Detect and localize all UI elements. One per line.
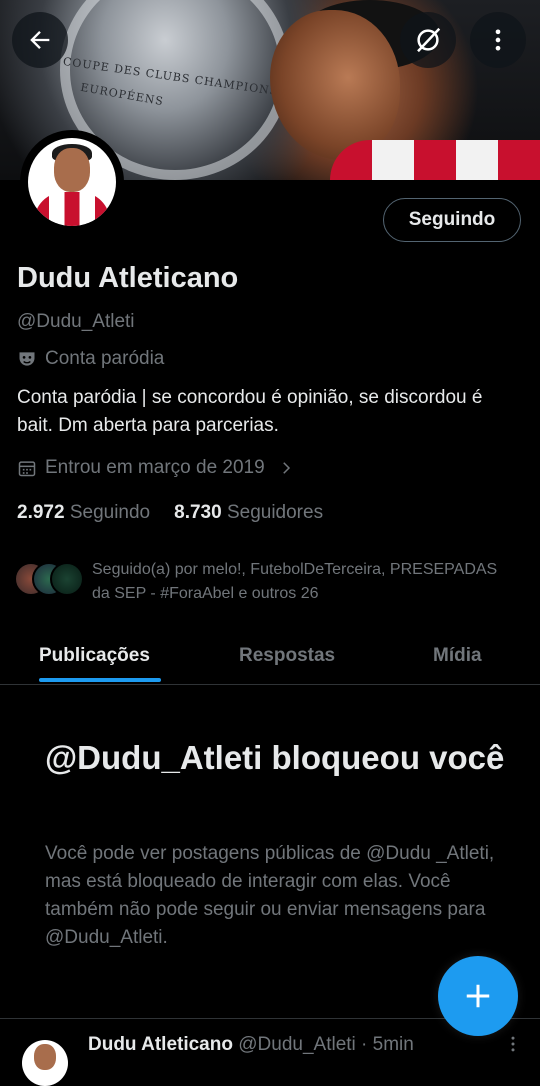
tab-publicacoes[interactable]: Publicações — [39, 628, 150, 684]
compose-button[interactable] — [438, 956, 518, 1036]
followed-by-avatars — [14, 558, 84, 596]
parody-text: Conta paródia — [45, 348, 165, 369]
followers-stat[interactable]: 8.730 Seguidores — [174, 502, 323, 524]
mask-icon — [19, 352, 35, 366]
chevron-right-icon — [282, 462, 290, 474]
back-button[interactable] — [12, 12, 68, 68]
followers-count: 8.730 — [174, 502, 222, 523]
followed-by-text: Seguido(a) por melo!, FutebolDeTerceira,… — [92, 561, 498, 602]
banner-face — [270, 10, 400, 160]
tab-respostas[interactable]: Respostas — [239, 628, 335, 684]
follower-avatar — [50, 562, 84, 596]
more-button[interactable] — [470, 12, 526, 68]
more-vertical-icon — [495, 29, 501, 51]
post-header[interactable]: Dudu Atleticano @Dudu_Atleti · 5min — [88, 1034, 414, 1056]
following-button[interactable]: Seguindo — [383, 198, 521, 242]
blocked-title: @Dudu_Atleti bloqueou você — [45, 739, 505, 776]
profile-avatar[interactable] — [20, 130, 124, 234]
joined-date[interactable]: Entrou em março de 2019 — [17, 457, 295, 479]
plus-icon — [466, 984, 490, 1008]
tab-midia[interactable]: Mídia — [433, 628, 482, 684]
avatar-image — [28, 138, 116, 226]
post-handle-time: @Dudu_Atleti · 5min — [238, 1034, 414, 1055]
grok-icon — [417, 27, 441, 53]
post-more-button[interactable] — [503, 1034, 523, 1059]
active-tab-indicator — [39, 678, 161, 682]
blocked-description: Você pode ver postagens públicas de @Dud… — [45, 843, 495, 948]
profile-bio: Conta paródia | se concordou é opinião, … — [17, 387, 483, 436]
avatar-jersey — [34, 192, 110, 226]
post-avatar-head — [34, 1044, 56, 1070]
avatar-head — [54, 148, 90, 192]
display-name: Dudu Atleticano — [17, 262, 239, 294]
followed-by[interactable]: Seguido(a) por melo!, FutebolDeTerceira,… — [14, 558, 512, 606]
banner-shirt — [330, 140, 540, 180]
follow-stats: 2.972 Seguindo 8.730 Seguidores — [17, 502, 323, 524]
calendar-icon — [18, 461, 36, 477]
parody-label: Conta paródia — [17, 348, 164, 370]
following-label: Seguindo — [69, 502, 151, 523]
joined-text: Entrou em março de 2019 — [45, 457, 265, 478]
profile-tabs: Publicações Respostas Mídia — [0, 628, 540, 685]
grok-button[interactable] — [400, 12, 456, 68]
post-author: Dudu Atleticano — [88, 1034, 233, 1055]
post-avatar[interactable] — [22, 1040, 68, 1086]
following-stat[interactable]: 2.972 Seguindo — [17, 502, 150, 524]
arrow-left-icon — [30, 31, 50, 49]
followers-label: Seguidores — [226, 502, 324, 523]
following-count: 2.972 — [17, 502, 65, 523]
profile-handle: @Dudu_Atleti — [17, 311, 135, 332]
more-vertical-icon — [511, 1036, 515, 1052]
